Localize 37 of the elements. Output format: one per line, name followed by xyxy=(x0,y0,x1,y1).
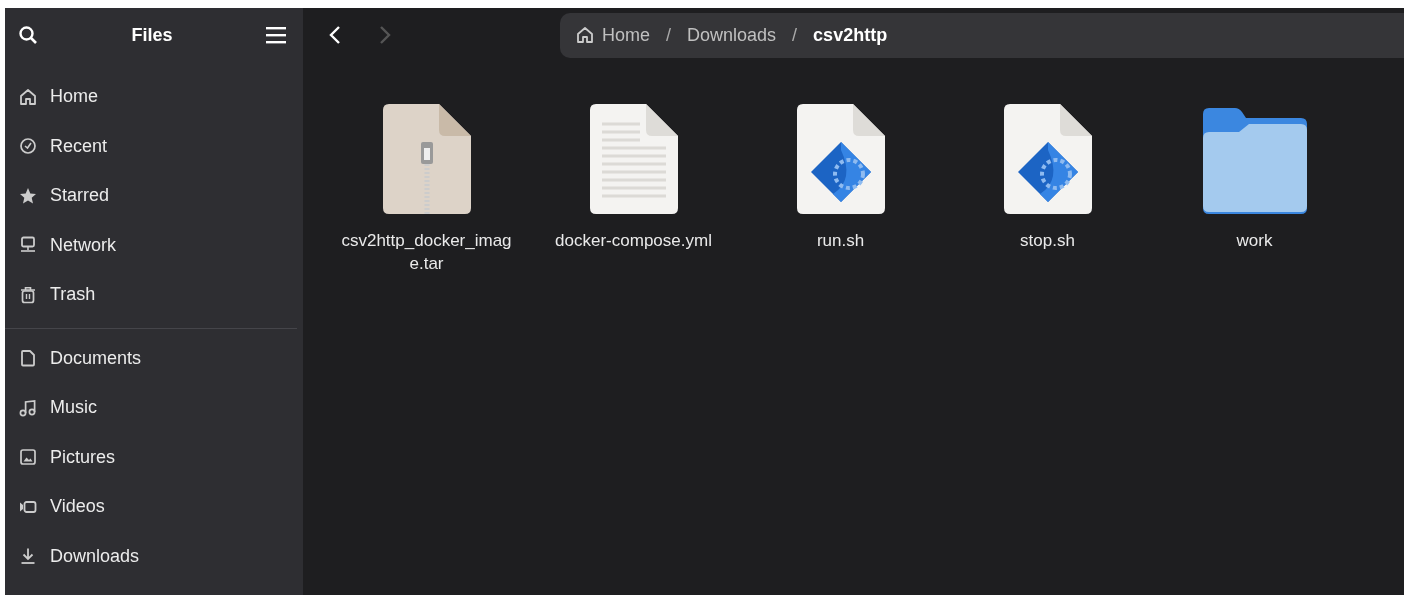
breadcrumb-button[interactable]: csv2http xyxy=(813,24,888,46)
music-icon xyxy=(19,398,37,417)
sidebar-item[interactable]: Home xyxy=(11,72,297,122)
download-icon xyxy=(19,547,37,566)
file-name[interactable]: work xyxy=(1168,230,1341,253)
sidebar-item[interactable]: Trash xyxy=(11,270,297,320)
folder-icon xyxy=(1202,108,1307,214)
script-file-icon xyxy=(796,104,885,214)
file-name[interactable]: docker-compose.yml xyxy=(547,230,720,253)
script-file-icon xyxy=(1003,104,1092,214)
sidebar-item[interactable]: Network xyxy=(11,220,297,270)
sidebar-item[interactable]: Recent xyxy=(11,121,297,171)
sidebar-item[interactable]: Downloads xyxy=(11,531,297,581)
star-icon xyxy=(19,186,37,205)
file-name[interactable]: stop.sh xyxy=(961,230,1134,253)
file-name[interactable]: csv2http_docker_image.tar xyxy=(340,230,513,276)
breadcrumb-button[interactable]: Downloads xyxy=(687,24,777,46)
sidebar-item[interactable]: Documents xyxy=(11,333,297,383)
clock-icon xyxy=(19,137,37,156)
sidebar-item[interactable]: Starred xyxy=(11,171,297,221)
path-separator: / xyxy=(666,24,672,46)
sidebar-item[interactable]: Videos xyxy=(11,482,297,532)
file-name[interactable]: run.sh xyxy=(754,230,927,253)
sidebar-item[interactable]: Music xyxy=(11,383,297,433)
picture-icon xyxy=(19,448,37,467)
menu-icon[interactable] xyxy=(266,26,286,44)
network-icon xyxy=(19,236,37,255)
app-title: Files xyxy=(131,24,173,46)
path-separator: / xyxy=(792,24,798,46)
trash-icon xyxy=(19,285,37,304)
search-icon[interactable] xyxy=(18,25,38,45)
breadcrumb-button[interactable]: Home xyxy=(576,24,650,46)
text-file-icon xyxy=(589,104,678,214)
sidebar-item[interactable]: Pictures xyxy=(11,432,297,482)
archive-file-icon xyxy=(382,104,471,214)
document-icon xyxy=(19,349,37,368)
home-icon xyxy=(19,87,37,106)
